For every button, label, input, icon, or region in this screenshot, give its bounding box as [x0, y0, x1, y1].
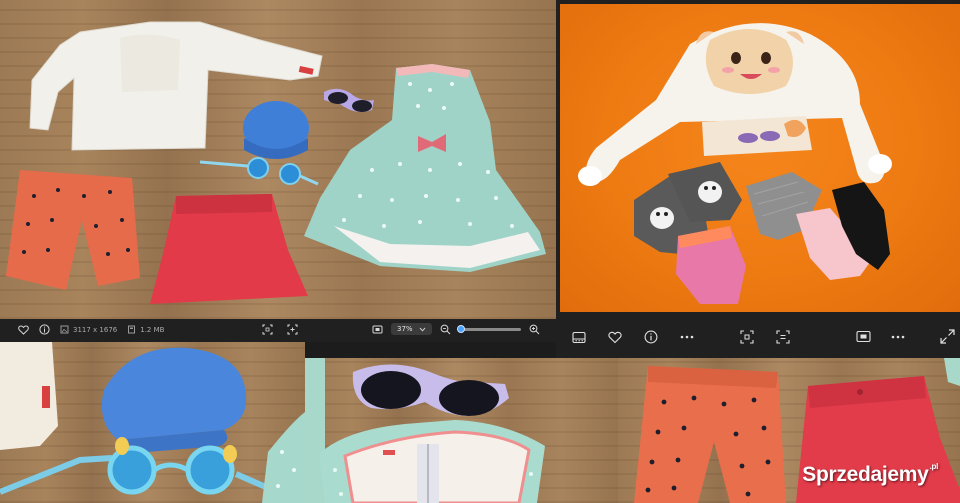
heart-icon[interactable]: [608, 331, 622, 344]
photo-swim-cap-goggles: [0, 342, 305, 503]
crop-icon[interactable]: [740, 330, 754, 344]
zoom-level-value: 37%: [397, 325, 413, 333]
more-icon[interactable]: [680, 335, 694, 339]
photo-sunglasses-dress: [305, 358, 618, 503]
hat-gloves-illustration: [578, 23, 892, 304]
zoom-slider[interactable]: [457, 324, 521, 333]
image-resolution-text: 3117 x 1676: [73, 325, 118, 334]
crop-icon[interactable]: [262, 324, 273, 335]
chevron-down-icon: [419, 327, 426, 332]
info-icon[interactable]: [644, 330, 658, 344]
photo-clothes-overview: [0, 0, 556, 319]
file-size-icon: [127, 325, 136, 334]
watermark-tld: .pl: [929, 462, 939, 471]
file-size-text: 1.2 MB: [140, 325, 165, 334]
image-dimensions-icon: [60, 325, 69, 334]
photo-shorts-skirt: Sprzedajemy.pl: [618, 358, 960, 503]
clothes-overview-illustration: [6, 21, 546, 304]
watermark-brand: Sprzedajemy: [802, 463, 929, 486]
swim-cap-goggles-illustration: [0, 342, 305, 503]
viewer-toolbar-right: [556, 318, 960, 358]
zoom-level-dropdown[interactable]: 37%: [391, 323, 432, 335]
fit-screen-icon[interactable]: [856, 330, 871, 343]
viewer-toolbar-left: 3117 x 1676 1.2 MB 37%: [0, 319, 556, 342]
filmstrip-icon[interactable]: [572, 331, 586, 344]
enhance-icon[interactable]: [287, 324, 298, 335]
enhance-icon[interactable]: [776, 330, 790, 344]
zoom-slider-handle[interactable]: [457, 324, 466, 333]
more-icon[interactable]: [891, 335, 905, 339]
sunglasses-dress-illustration: [305, 358, 545, 503]
heart-icon[interactable]: [18, 324, 29, 335]
photo-hat-gloves: [560, 4, 960, 312]
watermark-logo: Sprzedajemy.pl: [802, 462, 939, 487]
fit-screen-icon[interactable]: [372, 324, 383, 335]
info-icon[interactable]: [39, 324, 50, 335]
zoom-out-icon[interactable]: [440, 324, 451, 335]
zoom-in-icon[interactable]: [529, 324, 540, 335]
fullscreen-icon[interactable]: [940, 329, 955, 344]
